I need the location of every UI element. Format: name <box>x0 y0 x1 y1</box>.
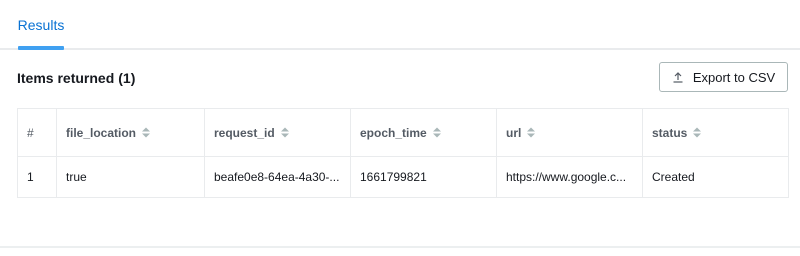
sort-icon[interactable] <box>432 127 441 138</box>
cell-url: https://www.google.c... <box>496 156 643 198</box>
divider <box>0 246 800 248</box>
sort-icon[interactable] <box>693 127 702 138</box>
column-header-index: # <box>17 108 57 157</box>
export-csv-label: Export to CSV <box>692 69 776 85</box>
active-tab-indicator <box>18 46 64 50</box>
upload-icon <box>672 71 684 83</box>
export-csv-button[interactable]: Export to CSV <box>659 62 788 92</box>
table-row[interactable]: 1 true beafe0e8-64ea-4a30-... 1661799821… <box>17 156 789 198</box>
results-table: # file_location request_id epoch_time ur… <box>17 108 789 198</box>
cell-status: Created <box>642 156 789 198</box>
cell-index: 1 <box>17 156 57 198</box>
column-header-request-id[interactable]: request_id <box>204 108 351 157</box>
table-header-row: # file_location request_id epoch_time ur… <box>17 108 789 157</box>
column-header-status[interactable]: status <box>642 108 789 157</box>
cell-file-location: true <box>56 156 205 198</box>
section-title: Items returned (1) <box>17 68 135 88</box>
cell-request-id: beafe0e8-64ea-4a30-... <box>204 156 351 198</box>
column-header-url[interactable]: url <box>496 108 643 157</box>
item-count: (1) <box>118 70 136 86</box>
sort-icon[interactable] <box>280 127 289 138</box>
sort-icon[interactable] <box>527 127 536 138</box>
sort-icon[interactable] <box>142 127 151 138</box>
tab-results[interactable]: Results <box>18 0 65 50</box>
cell-epoch-time: 1661799821 <box>350 156 497 198</box>
column-header-file-location[interactable]: file_location <box>56 108 205 157</box>
tab-bar: Results <box>0 0 800 50</box>
column-header-epoch-time[interactable]: epoch_time <box>350 108 497 157</box>
section-title-text: Items returned <box>17 70 115 86</box>
